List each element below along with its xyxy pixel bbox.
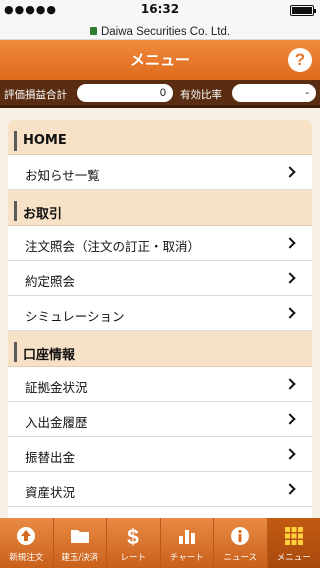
tab-menu[interactable]: メニュー: [267, 518, 320, 568]
section-header-home: HOME: [8, 120, 312, 155]
battery-icon: [290, 5, 316, 16]
url-bar[interactable]: Daiwa Securities Co. Ltd.: [0, 20, 320, 40]
chart-icon: [178, 530, 195, 544]
dollar-icon: $: [127, 526, 139, 547]
section-title: HOME: [23, 133, 67, 148]
chevron-right-icon: [284, 237, 296, 249]
section-marker: [14, 201, 17, 221]
menu-item-notices[interactable]: お知らせ一覧: [8, 155, 312, 190]
tab-rate[interactable]: $ レート: [107, 518, 161, 568]
section-header-account: 口座情報: [8, 331, 312, 367]
page-title: メニュー: [129, 51, 190, 69]
status-time: 16:32: [140, 2, 180, 16]
new-order-icon: [17, 527, 36, 545]
chevron-right-icon: [284, 272, 296, 284]
url-text: Daiwa Securities Co. Ltd.: [100, 26, 231, 38]
menu-item-margin-status[interactable]: 証拠金状況: [8, 367, 312, 402]
item-label: お知らせ一覧: [25, 168, 100, 183]
tab-label: メニュー: [276, 553, 311, 563]
menu-item-asset-status[interactable]: 資産状況: [8, 472, 312, 507]
chevron-right-icon: [284, 483, 296, 495]
section-marker: [14, 131, 17, 151]
chevron-right-icon: [284, 166, 296, 178]
tab-positions[interactable]: 建玉/決済: [54, 518, 107, 568]
item-label: 証拠金状況: [25, 380, 88, 395]
section-header-trading: お取引: [8, 190, 312, 226]
section-title: お取引: [23, 207, 63, 222]
lock-icon: [89, 27, 97, 35]
section-title: 口座情報: [23, 348, 76, 363]
menu-item-simulation[interactable]: シミュレーション: [8, 296, 312, 331]
item-label: 入出金履歴: [25, 415, 88, 430]
pl-total-label: 評価損益合計: [4, 89, 67, 101]
chevron-right-icon: [284, 307, 296, 319]
summary-bar: 評価損益合計 0 有効比率 -: [0, 80, 320, 108]
svg-text:$: $: [127, 526, 139, 547]
section-marker: [14, 342, 17, 362]
tab-label: チャート: [169, 553, 204, 563]
margin-ratio-label: 有効比率: [180, 89, 222, 101]
pl-total-value: 0: [77, 84, 173, 102]
tab-chart[interactable]: チャート: [161, 518, 214, 568]
tab-news[interactable]: ニュース: [214, 518, 268, 568]
status-bar: ●●●●● 16:32: [0, 0, 320, 20]
margin-ratio-value: -: [232, 84, 316, 102]
app-header: メニュー ?: [0, 40, 320, 80]
item-label: 資産状況: [25, 485, 76, 500]
tab-new-order[interactable]: 新規注文: [0, 518, 54, 568]
item-label: 振替出金: [25, 450, 76, 465]
grid-icon: [284, 527, 303, 545]
item-label: 注文照会（注文の訂正・取消）: [25, 239, 201, 254]
tab-bar: 新規注文 建玉/決済 $ レート チャート ニュース メニュー: [0, 518, 320, 568]
help-button[interactable]: ?: [288, 48, 312, 72]
info-icon: [231, 527, 250, 545]
menu-list: HOME お知らせ一覧 お取引 注文照会（注文の訂正・取消） 約定照会 シミュレ…: [8, 120, 312, 518]
item-label: 約定照会: [25, 274, 76, 289]
menu-item-order-inquiry[interactable]: 注文照会（注文の訂正・取消）: [8, 226, 312, 261]
item-label: シミュレーション: [25, 309, 125, 324]
tab-label: ニュース: [223, 553, 258, 563]
tab-label: 新規注文: [9, 553, 44, 563]
folder-icon: [70, 530, 89, 543]
menu-item-execution-inquiry[interactable]: 約定照会: [8, 261, 312, 296]
menu-item-deposit-history[interactable]: 入出金履歴: [8, 402, 312, 437]
chevron-right-icon: [284, 413, 296, 425]
chevron-right-icon: [284, 448, 296, 460]
chevron-right-icon: [284, 378, 296, 390]
tab-label: レート: [120, 553, 146, 563]
tab-label: 建玉/決済: [61, 553, 99, 563]
menu-item-transfer-withdrawal[interactable]: 振替出金: [8, 437, 312, 472]
